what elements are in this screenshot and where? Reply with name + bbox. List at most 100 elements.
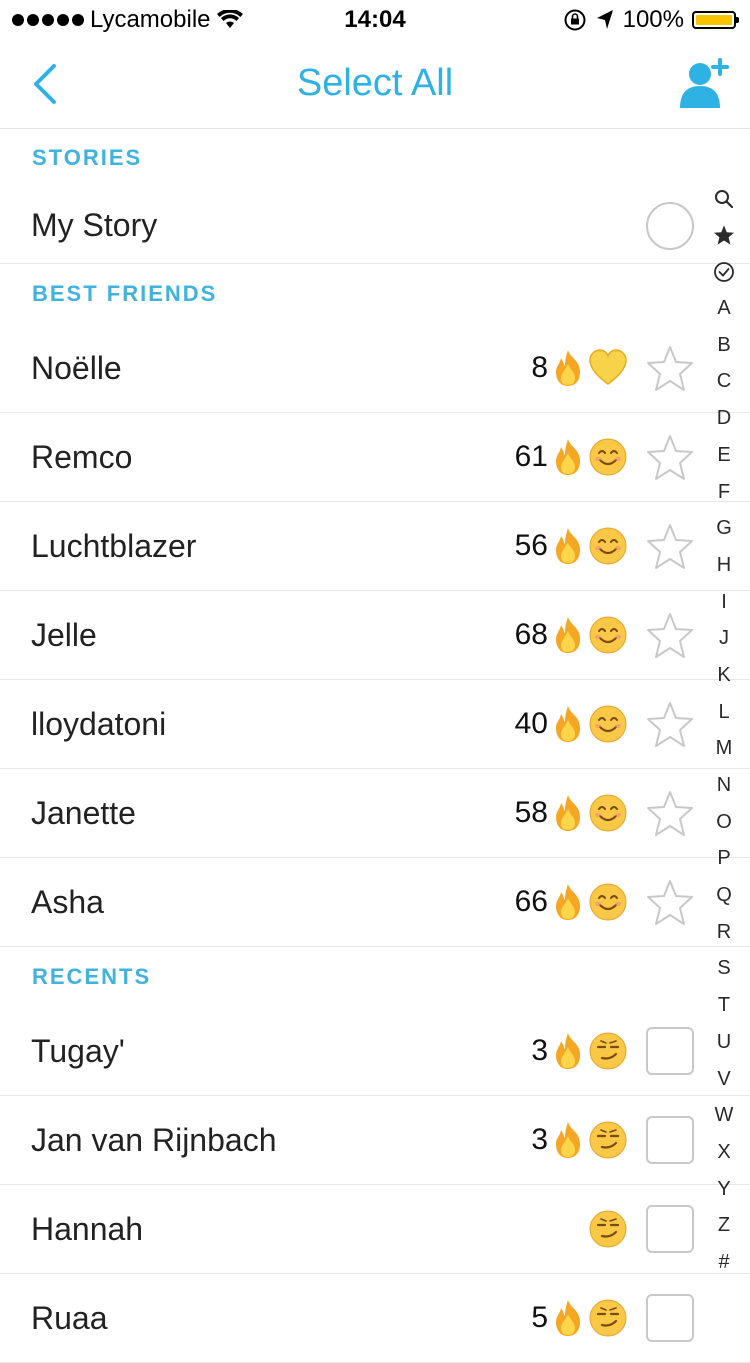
index-letter[interactable]: K	[704, 657, 744, 694]
story-row[interactable]: My Story	[0, 188, 750, 264]
friend-name: Jelle	[31, 617, 97, 653]
index-search-icon[interactable]	[704, 180, 744, 217]
index-letter[interactable]: C	[704, 363, 744, 400]
index-letter[interactable]: R	[704, 914, 744, 951]
nav-bar: Select All	[0, 40, 750, 129]
friend-name: Tugay'	[31, 1033, 125, 1069]
section-header-stories: STORIES	[32, 145, 143, 170]
friend-row[interactable]: lloydatoni 40	[0, 680, 750, 769]
index-letter[interactable]: J	[704, 620, 744, 657]
index-letter[interactable]: A	[704, 290, 744, 327]
star-select-icon[interactable]	[646, 611, 694, 659]
smirk-emoji-icon	[589, 1299, 627, 1337]
fire-icon	[556, 706, 580, 742]
select-circle[interactable]	[646, 202, 694, 250]
friend-row[interactable]: Janette 58	[0, 769, 750, 858]
status-bar: Lycamobile 14:04 100%	[0, 0, 750, 40]
rotation-lock-icon	[564, 9, 586, 31]
streak-count: 56	[514, 529, 548, 562]
index-letter[interactable]: H	[704, 547, 744, 584]
fire-icon	[556, 1122, 580, 1158]
smile-emoji-icon	[589, 527, 627, 565]
friend-name: Asha	[31, 884, 104, 920]
friend-name: Noëlle	[31, 350, 122, 386]
index-letter[interactable]: Z	[704, 1207, 744, 1244]
index-letter[interactable]: O	[704, 804, 744, 841]
smile-emoji-icon	[589, 883, 627, 921]
index-letter[interactable]: X	[704, 1134, 744, 1171]
index-letter[interactable]: N	[704, 767, 744, 804]
friend-row[interactable]: Jan van Rijnbach 3	[0, 1096, 750, 1185]
index-letter[interactable]: E	[704, 437, 744, 474]
index-check-icon[interactable]	[704, 253, 744, 290]
fire-icon	[556, 1300, 580, 1336]
fire-icon	[556, 617, 580, 653]
add-friend-icon[interactable]	[676, 58, 732, 110]
alphabet-index[interactable]: A B C D E F G H I J K L M N O P Q R S T U V W X Y Z #	[704, 180, 744, 1281]
star-select-icon[interactable]	[646, 522, 694, 570]
streak-count: 3	[531, 1123, 548, 1156]
fire-icon	[556, 350, 580, 386]
streak-count: 5	[531, 1301, 548, 1334]
friend-name: Hannah	[31, 1211, 144, 1247]
select-checkbox[interactable]	[646, 1116, 694, 1164]
friend-row[interactable]: Jelle 68	[0, 591, 750, 680]
star-select-icon[interactable]	[646, 433, 694, 481]
friend-row[interactable]: Remco 61	[0, 413, 750, 502]
streak-count: 68	[514, 618, 548, 651]
smirk-emoji-icon	[589, 1032, 627, 1070]
friend-row[interactable]: Noëlle 8	[0, 324, 750, 413]
streak-count: 58	[514, 796, 548, 829]
index-letter[interactable]: G	[704, 510, 744, 547]
select-all-button[interactable]: Select All	[0, 62, 750, 105]
index-letter[interactable]: D	[704, 400, 744, 437]
friend-row[interactable]: Asha 66	[0, 858, 750, 947]
yellow-heart-icon	[589, 349, 627, 385]
fire-icon	[556, 1033, 580, 1069]
index-letter[interactable]: F	[704, 474, 744, 511]
star-select-icon[interactable]	[646, 700, 694, 748]
select-checkbox[interactable]	[646, 1294, 694, 1342]
select-checkbox[interactable]	[646, 1027, 694, 1075]
star-select-icon[interactable]	[646, 878, 694, 926]
index-letter[interactable]: U	[704, 1024, 744, 1061]
section-header-best-friends: BEST FRIENDS	[32, 281, 218, 306]
friend-row[interactable]: Tugay' 3	[0, 1007, 750, 1096]
index-letter[interactable]: P	[704, 840, 744, 877]
index-letter[interactable]: L	[704, 694, 744, 731]
index-letter[interactable]: B	[704, 327, 744, 364]
index-letter[interactable]: S	[704, 950, 744, 987]
streak-count: 8	[531, 351, 548, 384]
friend-name: Ruaa	[31, 1300, 108, 1336]
index-letter[interactable]: V	[704, 1061, 744, 1098]
index-letter[interactable]: #	[704, 1244, 744, 1281]
streak-count: 40	[514, 707, 548, 740]
star-select-icon[interactable]	[646, 789, 694, 837]
location-arrow-icon	[596, 10, 613, 29]
index-letter[interactable]: M	[704, 730, 744, 767]
index-star-icon[interactable]	[704, 217, 744, 254]
select-checkbox[interactable]	[646, 1205, 694, 1253]
smile-emoji-icon	[589, 616, 627, 654]
friend-name: Janette	[31, 795, 136, 831]
index-letter[interactable]: Y	[704, 1171, 744, 1208]
fire-icon	[556, 795, 580, 831]
index-letter[interactable]: Q	[704, 877, 744, 914]
index-letter[interactable]: W	[704, 1097, 744, 1134]
star-select-icon[interactable]	[646, 344, 694, 392]
fire-icon	[556, 439, 580, 475]
fire-icon	[556, 884, 580, 920]
story-name: My Story	[31, 207, 158, 243]
smirk-emoji-icon	[589, 1121, 627, 1159]
friend-name: lloydatoni	[31, 706, 167, 742]
streak-count: 66	[514, 885, 548, 918]
friend-name: Luchtblazer	[31, 528, 197, 564]
friend-row[interactable]: Luchtblazer 56	[0, 502, 750, 591]
index-letter[interactable]: T	[704, 987, 744, 1024]
index-letter[interactable]: I	[704, 584, 744, 621]
battery-icon	[692, 11, 739, 29]
friend-row[interactable]: Ruaa 5	[0, 1274, 750, 1363]
friend-name: Remco	[31, 439, 133, 475]
smirk-emoji-icon	[589, 1210, 627, 1248]
friend-row[interactable]: Hannah	[0, 1185, 750, 1274]
